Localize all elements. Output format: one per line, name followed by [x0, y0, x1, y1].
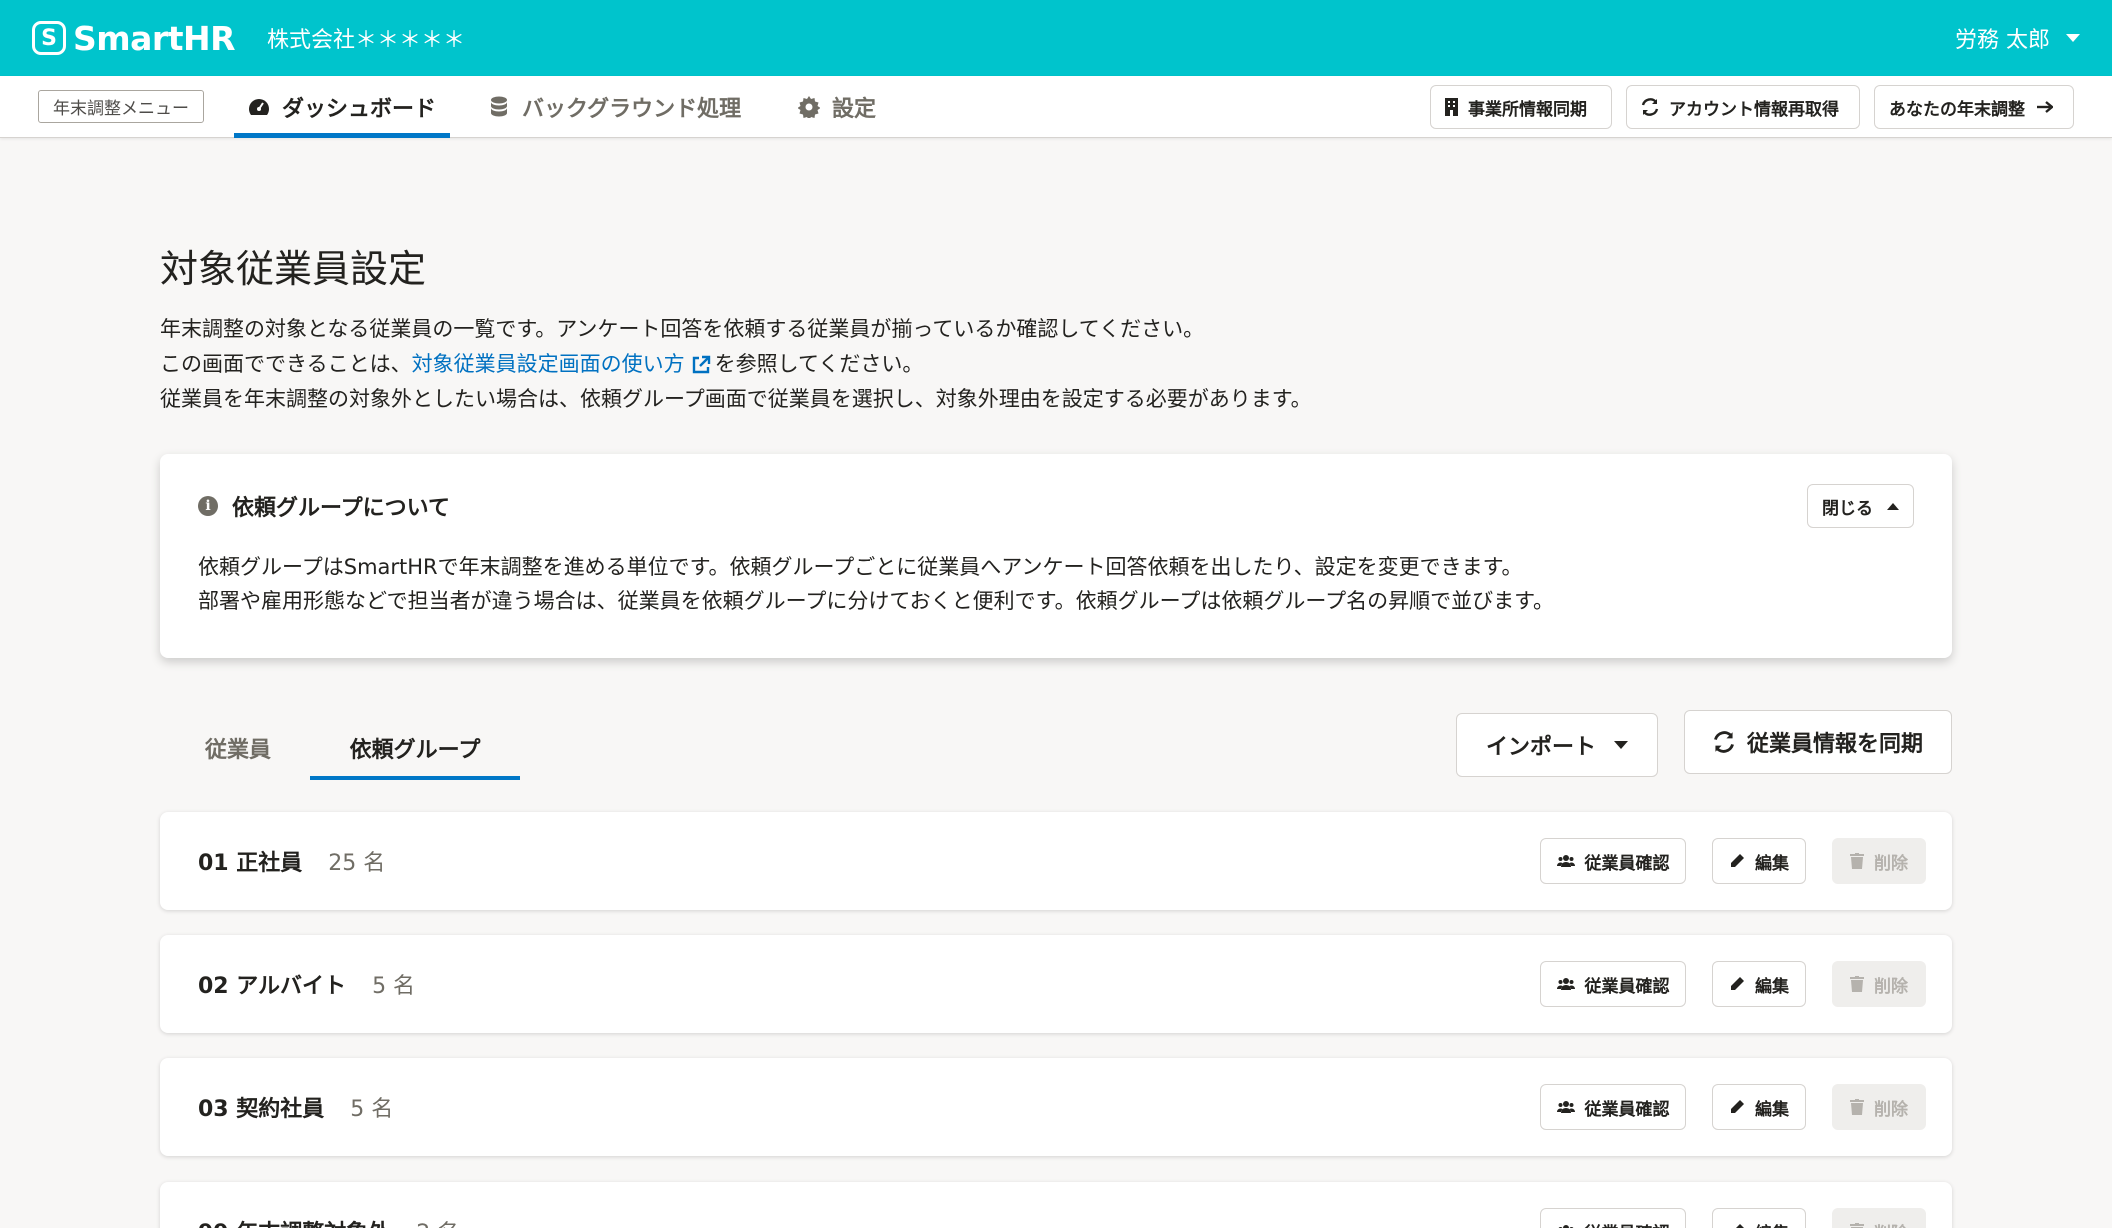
pencil-icon — [1729, 853, 1745, 869]
sync-employees-button[interactable]: 従業員情報を同期 — [1684, 710, 1952, 774]
users-icon — [1556, 1100, 1575, 1114]
refetch-account-button[interactable]: アカウント情報再取得 — [1626, 85, 1860, 129]
confirm-employees-button[interactable]: 従業員確認 — [1540, 1208, 1686, 1228]
delete-group-button[interactable]: 削除 — [1832, 961, 1926, 1007]
delete-group-button[interactable]: 削除 — [1832, 1208, 1926, 1228]
info-icon: i — [198, 496, 218, 516]
confirm-employees-button[interactable]: 従業員確認 — [1540, 1084, 1686, 1130]
group-name: 01 正社員 — [198, 851, 303, 876]
group-name: 03 契約社員 — [198, 1097, 325, 1122]
refresh-icon — [1713, 731, 1735, 753]
group-row: 03 契約社員 5 名 従業員確認 編集 削除 — [160, 1058, 1952, 1156]
chevron-down-icon — [2066, 34, 2080, 42]
nav-tab-label: ダッシュボード — [282, 97, 437, 122]
nav-tab-dashboard[interactable]: ダッシュボード — [234, 76, 451, 138]
external-link-icon — [692, 355, 710, 374]
close-info-button[interactable]: 閉じる — [1807, 484, 1914, 528]
page-description: 年末調整の対象となる従業員の一覧です。アンケート回答を依頼する従業員が揃っている… — [160, 312, 1312, 417]
logo-text: SmartHR — [73, 18, 236, 58]
button-label: アカウント情報再取得 — [1669, 99, 1839, 120]
group-count: 2 名 — [416, 1215, 459, 1228]
button-label: あなたの年末調整 — [1889, 99, 2025, 120]
info-panel: i 依頼グループについて 閉じる 依頼グループはSmartHRで年末調整を進める… — [160, 454, 1952, 658]
app-header: S SmartHR 株式会社＊＊＊＊＊ 労務 太郎 — [0, 0, 2112, 76]
trash-icon — [1850, 1099, 1864, 1115]
dashboard-icon — [248, 96, 270, 118]
year-end-menu-label: 年末調整メニュー — [38, 90, 204, 123]
users-icon — [1557, 1224, 1575, 1228]
user-name: 労務 太郎 — [1955, 28, 2050, 53]
group-row: 99 年末調整対象外 2 名 従業員確認 編集 削除 — [160, 1182, 1952, 1228]
edit-group-button[interactable]: 編集 — [1712, 1084, 1806, 1130]
refresh-icon — [1641, 98, 1659, 116]
company-name: 株式会社＊＊＊＊＊ — [267, 28, 466, 53]
smarthr-logo[interactable]: S SmartHR — [32, 18, 236, 58]
chevron-up-icon — [1887, 502, 1899, 510]
edit-group-button[interactable]: 編集 — [1712, 961, 1806, 1007]
trash-icon — [1850, 1223, 1864, 1228]
tab-groups[interactable]: 依頼グループ — [310, 716, 520, 780]
delete-group-button[interactable]: 削除 — [1832, 1084, 1926, 1130]
nav-tab-settings[interactable]: 設定 — [798, 76, 876, 138]
page-title: 対象従業員設定 — [160, 247, 427, 291]
group-count: 25 名 — [328, 851, 386, 876]
pencil-icon — [1729, 976, 1745, 992]
button-label: 事業所情報同期 — [1468, 99, 1587, 120]
nav-tab-background[interactable]: バックグラウンド処理 — [488, 76, 741, 138]
group-count: 5 名 — [372, 974, 416, 999]
group-name: 99 年末調整対象外 — [198, 1215, 390, 1228]
user-menu[interactable]: 労務 太郎 — [1955, 0, 2080, 76]
edit-group-button[interactable]: 編集 — [1712, 838, 1806, 884]
pencil-icon — [1729, 1099, 1745, 1115]
trash-icon — [1850, 853, 1864, 869]
sync-office-button[interactable]: 事業所情報同期 — [1430, 85, 1612, 129]
your-year-end-button[interactable]: あなたの年末調整 — [1874, 85, 2074, 129]
group-count: 5 名 — [350, 1097, 394, 1122]
nav-tab-label: 設定 — [832, 97, 877, 122]
gear-icon — [798, 96, 820, 118]
usage-guide-link[interactable]: 対象従業員設定画面の使い方 — [412, 352, 715, 376]
building-icon — [1445, 98, 1458, 116]
import-dropdown-button[interactable]: インポート — [1456, 713, 1658, 777]
description-line: 従業員を年末調整の対象外としたい場合は、依頼グループ画面で従業員を選択し、対象外… — [160, 387, 1312, 411]
nav-tab-label: バックグラウンド処理 — [522, 97, 742, 122]
chevron-down-icon — [1614, 741, 1628, 749]
users-icon — [1556, 977, 1575, 991]
description-line: 年末調整の対象となる従業員の一覧です。アンケート回答を依頼する従業員が揃っている… — [160, 317, 1205, 341]
group-row: 01 正社員 25 名 従業員確認 編集 削除 — [160, 812, 1952, 910]
tab-employees[interactable]: 従業員 — [180, 716, 296, 780]
users-icon — [1556, 854, 1575, 868]
edit-group-button[interactable]: 編集 — [1712, 1208, 1806, 1228]
info-panel-body: 依頼グループはSmartHRで年末調整を進める単位です。依頼グループごとに従業員… — [198, 555, 1554, 613]
confirm-employees-button[interactable]: 従業員確認 — [1540, 838, 1686, 884]
confirm-employees-button[interactable]: 従業員確認 — [1540, 961, 1686, 1007]
description-line: この画面でできることは、対象従業員設定画面の使い方 を参照してください。 — [160, 352, 924, 376]
logo-mark-icon: S — [32, 21, 66, 55]
info-panel-title: i 依頼グループについて — [198, 490, 450, 522]
arrow-right-icon — [2037, 101, 2053, 113]
group-row: 02 アルバイト 5 名 従業員確認 編集 削除 — [160, 935, 1952, 1033]
delete-group-button[interactable]: 削除 — [1832, 838, 1926, 884]
sub-navigation: 年末調整メニュー ダッシュボード バックグラウンド処理 設定 事業所情報同期 ア… — [0, 76, 2112, 138]
group-name: 02 アルバイト — [198, 974, 347, 999]
pencil-icon — [1729, 1223, 1745, 1228]
database-icon — [488, 96, 510, 118]
trash-icon — [1850, 976, 1864, 992]
